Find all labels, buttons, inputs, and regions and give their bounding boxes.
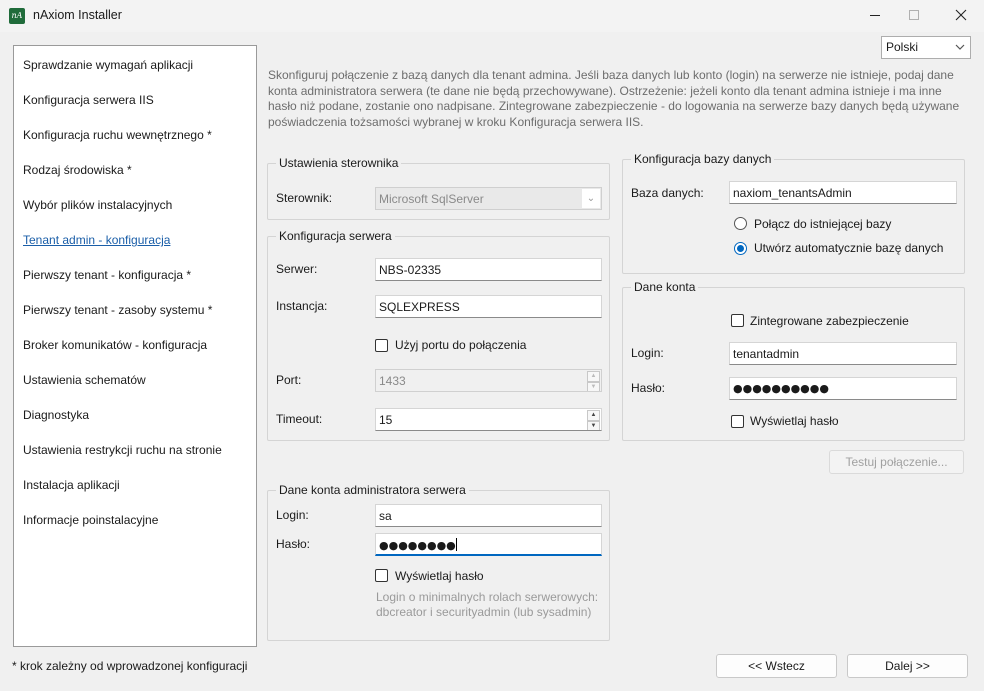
timeout-spinner[interactable]: ▲ ▼ bbox=[587, 410, 600, 430]
integrated-security-label: Zintegrowane zabezpieczenie bbox=[750, 314, 909, 328]
account-password-input[interactable]: ●●●●●●●●●● bbox=[729, 377, 957, 400]
spin-down-icon[interactable]: ▼ bbox=[587, 382, 600, 391]
sidebar-item-traffic-restrictions[interactable]: Ustawienia restrykcji ruchu na stronie bbox=[23, 443, 222, 457]
timeout-label: Timeout: bbox=[276, 412, 323, 426]
driver-label: Sterownik: bbox=[276, 191, 333, 205]
group-title: Konfiguracja serwera bbox=[276, 229, 395, 243]
db-config-group: Konfiguracja bazy danych Baza danych: na… bbox=[622, 152, 965, 274]
group-title: Dane konta administratora serwera bbox=[276, 483, 469, 497]
admin-account-group: Dane konta administratora serwera Login:… bbox=[267, 483, 610, 641]
connect-existing-label: Połącz do istniejącej bazy bbox=[754, 217, 892, 231]
use-port-checkbox[interactable] bbox=[375, 339, 388, 352]
account-show-password-checkbox[interactable] bbox=[731, 415, 744, 428]
sidebar-item-install-files[interactable]: Wybór plików instalacyjnych bbox=[23, 198, 172, 212]
admin-roles-hint: Login o minimalnych rolach serwerowych: … bbox=[376, 590, 599, 619]
language-select-value: Polski bbox=[886, 40, 919, 54]
text-caret bbox=[455, 538, 457, 551]
spin-down-icon[interactable]: ▼ bbox=[587, 421, 600, 430]
sidebar-item-post-install-info[interactable]: Informacje poinstalacyjne bbox=[23, 513, 158, 527]
admin-password-value: ●●●●●●●● bbox=[379, 539, 456, 552]
window-title: nAxiom Installer bbox=[33, 8, 122, 22]
admin-password-label: Hasło: bbox=[276, 537, 311, 551]
sidebar-item-tenant-admin[interactable]: Tenant admin - konfiguracja bbox=[23, 233, 170, 247]
account-login-label: Login: bbox=[631, 346, 664, 360]
account-show-password-label: Wyświetlaj hasło bbox=[750, 414, 839, 428]
sidebar-item-first-tenant-resources[interactable]: Pierwszy tenant - zasoby systemu * bbox=[23, 303, 212, 317]
back-button[interactable]: << Wstecz bbox=[716, 654, 837, 678]
chevron-down-icon: ⌄ bbox=[582, 189, 600, 208]
integrated-security-checkbox[interactable] bbox=[731, 314, 744, 327]
group-title: Konfiguracja bazy danych bbox=[631, 152, 775, 166]
chevron-down-icon bbox=[955, 44, 965, 50]
create-auto-radio[interactable] bbox=[734, 242, 747, 255]
next-button[interactable]: Dalej >> bbox=[847, 654, 968, 678]
port-value: 1433 bbox=[379, 374, 406, 388]
connect-existing-radio[interactable] bbox=[734, 217, 747, 230]
admin-show-password-checkbox[interactable] bbox=[375, 569, 388, 582]
server-input[interactable]: NBS-02335 bbox=[375, 258, 602, 281]
port-spinner[interactable]: ▲ ▼ bbox=[587, 371, 600, 391]
minimize-icon bbox=[870, 15, 880, 16]
language-select[interactable]: Polski bbox=[881, 36, 971, 59]
instance-input[interactable]: SQLEXPRESS bbox=[375, 295, 602, 318]
server-label: Serwer: bbox=[276, 262, 318, 276]
database-input[interactable]: naxiom_tenantsAdmin bbox=[729, 181, 957, 204]
title-bar bbox=[0, 0, 984, 32]
account-password-label: Hasło: bbox=[631, 381, 666, 395]
admin-login-input[interactable]: sa bbox=[375, 504, 602, 527]
group-title: Ustawienia sterownika bbox=[276, 156, 402, 170]
create-auto-label: Utwórz automatycznie bazę danych bbox=[754, 241, 944, 255]
account-login-input[interactable]: tenantadmin bbox=[729, 342, 957, 365]
close-icon bbox=[955, 9, 967, 21]
timeout-input[interactable]: 15 ▲ ▼ bbox=[375, 408, 602, 431]
maximize-button[interactable] bbox=[891, 0, 937, 30]
steps-sidebar: Sprawdzanie wymagań aplikacji Konfigurac… bbox=[13, 45, 257, 647]
use-port-label: Użyj portu do połączenia bbox=[395, 338, 527, 352]
server-config-group: Konfiguracja serwera Serwer: NBS-02335 I… bbox=[267, 229, 610, 441]
spin-up-icon[interactable]: ▲ bbox=[587, 410, 600, 421]
driver-select-value: Microsoft SqlServer bbox=[379, 192, 484, 206]
driver-select[interactable]: Microsoft SqlServer ⌄ bbox=[375, 187, 602, 210]
port-label: Port: bbox=[276, 373, 302, 387]
spin-up-icon[interactable]: ▲ bbox=[587, 371, 600, 382]
instance-label: Instancja: bbox=[276, 299, 328, 313]
sidebar-item-requirements[interactable]: Sprawdzanie wymagań aplikacji bbox=[23, 58, 193, 72]
sidebar-item-message-broker[interactable]: Broker komunikatów - konfiguracja bbox=[23, 338, 207, 352]
description-text: Skonfiguruj połączenie z bazą danych dla… bbox=[268, 68, 960, 129]
sidebar-item-iis-config[interactable]: Konfiguracja serwera IIS bbox=[23, 93, 154, 107]
sidebar-item-app-installation[interactable]: Instalacja aplikacji bbox=[23, 478, 120, 492]
admin-login-label: Login: bbox=[276, 508, 309, 522]
footnote: * krok zależny od wprowadzonej konfigura… bbox=[12, 659, 248, 673]
driver-settings-group: Ustawienia sterownika Sterownik: Microso… bbox=[267, 156, 610, 220]
sidebar-item-first-tenant-config[interactable]: Pierwszy tenant - konfiguracja * bbox=[23, 268, 191, 282]
sidebar-item-diagnostics[interactable]: Diagnostyka bbox=[23, 408, 89, 422]
sidebar-item-internal-traffic[interactable]: Konfiguracja ruchu wewnętrznego * bbox=[23, 128, 212, 142]
app-logo-icon: nA bbox=[9, 8, 25, 24]
admin-show-password-label: Wyświetlaj hasło bbox=[395, 569, 484, 583]
database-label: Baza danych: bbox=[631, 186, 704, 200]
test-connection-button[interactable]: Testuj połączenie... bbox=[829, 450, 964, 474]
maximize-icon bbox=[909, 10, 919, 20]
sidebar-item-schema-settings[interactable]: Ustawienia schematów bbox=[23, 373, 146, 387]
close-button[interactable] bbox=[938, 0, 984, 30]
group-title: Dane konta bbox=[631, 280, 699, 294]
port-input[interactable]: 1433 ▲ ▼ bbox=[375, 369, 602, 392]
timeout-value: 15 bbox=[379, 413, 393, 427]
admin-password-input[interactable]: ●●●●●●●● bbox=[375, 533, 602, 556]
account-data-group: Dane konta Zintegrowane zabezpieczenie L… bbox=[622, 280, 965, 441]
sidebar-item-environment-type[interactable]: Rodzaj środowiska * bbox=[23, 163, 132, 177]
